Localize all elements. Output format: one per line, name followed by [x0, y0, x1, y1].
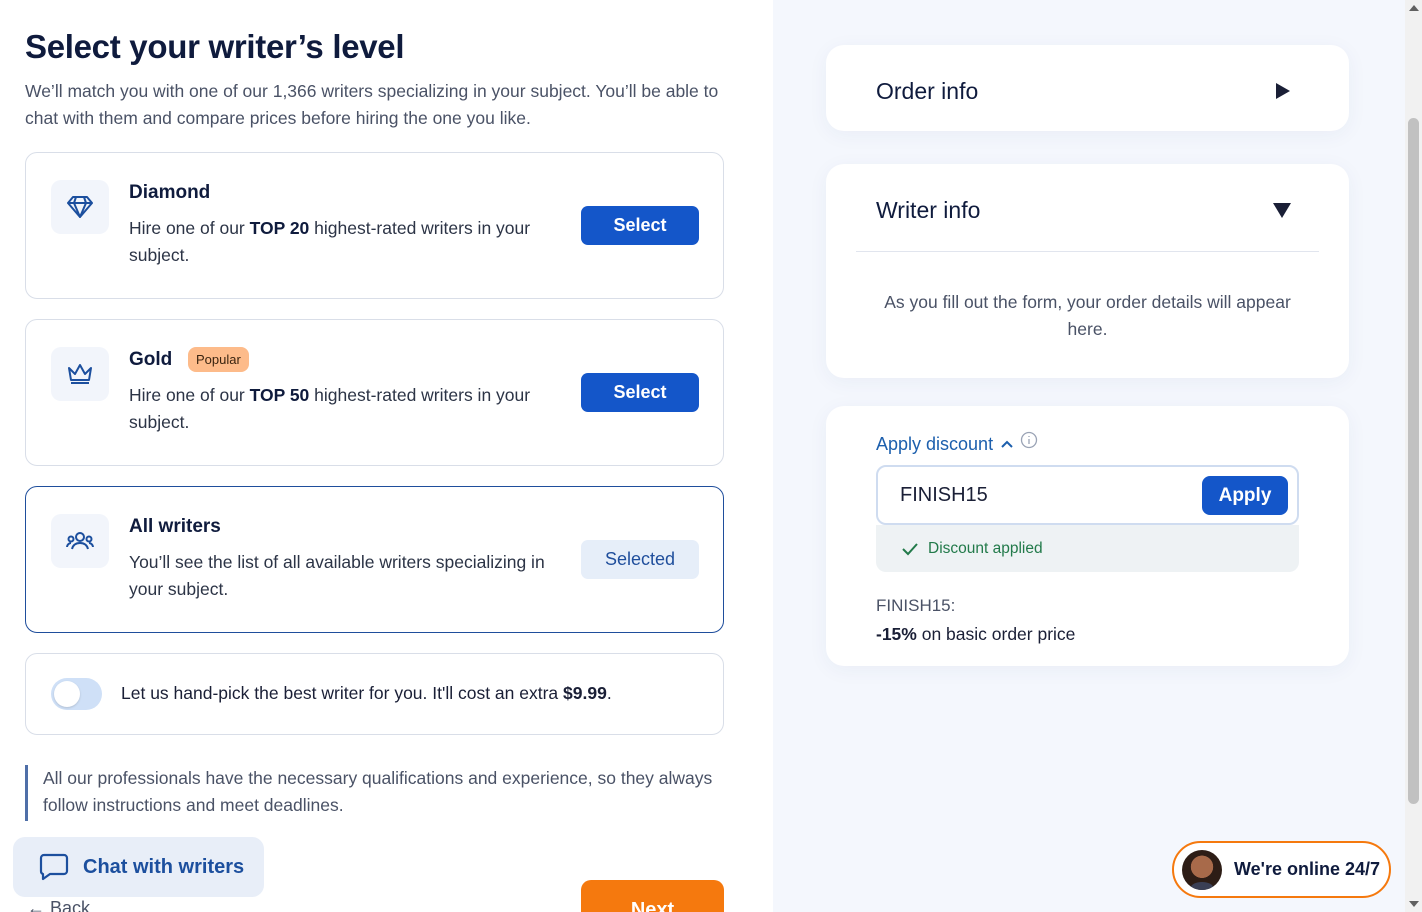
writer-info-empty-message: As you fill out the form, your order det…	[884, 292, 1291, 339]
chat-button-label: Chat with writers	[83, 855, 245, 878]
level-description: Hire one of our TOP 50 highest-rated wri…	[129, 385, 531, 432]
level-description: You’ll see the list of all available wri…	[129, 552, 545, 599]
collapse-down-icon[interactable]	[1273, 203, 1291, 218]
arrow-left-icon: ←	[27, 898, 51, 912]
page-subtitle: We’ll match you with one of our 1,366 wr…	[25, 81, 719, 128]
discount-description: -15% on basic order price	[876, 624, 1076, 644]
discount-code-input[interactable]: FINISH15	[900, 484, 988, 507]
scroll-down-icon[interactable]	[1409, 901, 1419, 907]
discount-status: Discount applied	[876, 525, 1299, 572]
level-card-diamond[interactable]: Diamond Hire one of our TOP 20 highest-r…	[25, 152, 724, 299]
chat-with-writers-button[interactable]: Chat with writers	[13, 837, 264, 897]
writer-info-title: Writer info	[876, 197, 981, 223]
checkmark-icon	[902, 542, 918, 555]
level-description: Hire one of our TOP 20 highest-rated wri…	[129, 218, 531, 265]
toggle-knob	[54, 681, 80, 707]
apply-discount-toggle[interactable]: Apply discount	[876, 434, 1015, 455]
scrollbar-thumb[interactable]	[1408, 118, 1419, 804]
crown-icon	[51, 347, 109, 401]
discount-code-label: FINISH15:	[876, 596, 956, 615]
select-diamond-button[interactable]: Select	[581, 206, 699, 245]
discount-panel: Apply discount FINISH15 Apply Discount a…	[826, 406, 1349, 666]
main-content: Select your writer’s level We’ll match y…	[0, 0, 773, 912]
next-button[interactable]: Next	[581, 880, 724, 912]
chat-bubble-icon	[39, 853, 69, 881]
level-name: All writers	[129, 516, 221, 537]
divider	[856, 251, 1319, 252]
expand-right-icon[interactable]	[1276, 83, 1290, 99]
online-status-text: We're online 24/7	[1234, 859, 1381, 879]
scroll-up-icon[interactable]	[1409, 5, 1419, 11]
diamond-icon	[51, 180, 109, 234]
level-name: Diamond	[129, 182, 211, 203]
discount-code-field[interactable]: FINISH15 Apply	[876, 465, 1299, 525]
page-title: Select your writer’s level	[25, 28, 405, 65]
handpick-toggle[interactable]	[51, 678, 102, 710]
users-icon	[51, 514, 109, 568]
online-support-widget[interactable]: We're online 24/7	[1172, 841, 1391, 898]
back-link[interactable]: ← Back	[27, 898, 90, 912]
apply-button[interactable]: Apply	[1202, 476, 1288, 515]
level-name: Gold	[129, 349, 173, 370]
chevron-up-icon	[1001, 440, 1013, 448]
handpick-option: Let us hand-pick the best writer for you…	[25, 653, 724, 735]
level-card-gold[interactable]: Gold Popular Hire one of our TOP 50 high…	[25, 319, 724, 466]
selected-all-writers-button[interactable]: Selected	[581, 540, 699, 579]
level-card-all-writers[interactable]: All writers You’ll see the list of all a…	[25, 486, 724, 633]
handpick-text: Let us hand-pick the best writer for you…	[121, 683, 612, 703]
writer-info-panel: Writer info As you fill out the form, yo…	[826, 164, 1349, 378]
qualifications-note: All our professionals have the necessary…	[25, 765, 715, 821]
support-avatar	[1182, 849, 1222, 890]
page-scrollbar[interactable]	[1405, 0, 1422, 912]
order-info-title: Order info	[876, 78, 979, 104]
select-gold-button[interactable]: Select	[581, 373, 699, 412]
info-icon[interactable]	[1020, 431, 1038, 449]
order-info-panel[interactable]: Order info	[826, 45, 1349, 131]
popular-badge: Popular	[188, 347, 249, 372]
